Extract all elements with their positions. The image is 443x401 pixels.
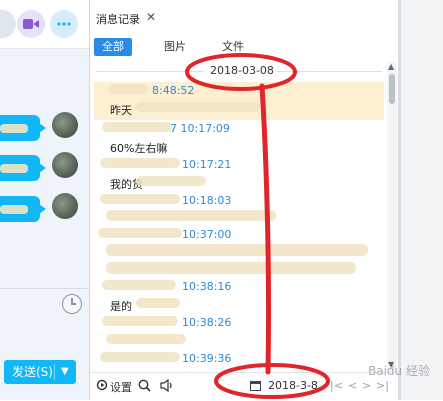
chat-bubble [0, 155, 46, 181]
chat-bubble [0, 115, 46, 141]
first-page-button[interactable]: |< [330, 379, 343, 392]
redaction-smudge [102, 316, 178, 326]
date-separator: 2018-03-08 [90, 62, 387, 80]
filter-tabs: 全部 图片 文件 [90, 36, 399, 58]
date-rule-right [276, 71, 382, 72]
last-page-button[interactable]: >| [376, 379, 389, 392]
redaction-smudge [106, 210, 276, 221]
message-history-panel: 消息记录 ✕ 全部 图片 文件 2018-03-08 8:48:52 昨天 7 … [89, 0, 399, 401]
send-options-arrow-icon[interactable]: ▼ [61, 360, 69, 384]
message-list[interactable]: 8:48:52 昨天 7 10:17:09 60%左右嘛 10:17:21 我的… [90, 82, 387, 370]
video-call-button[interactable] [17, 10, 45, 38]
chat-panel: 发送(S) ▼ [0, 0, 89, 400]
send-button[interactable]: 发送(S) ▼ [4, 360, 76, 384]
message-time: 10:37:00 [182, 228, 232, 241]
speaker-icon[interactable] [160, 379, 174, 392]
window-edge [398, 0, 401, 400]
message-body: 是的 [110, 300, 132, 313]
filter-all[interactable]: 全部 [94, 38, 132, 56]
message-time: 10:17:21 [182, 158, 232, 171]
avatar[interactable] [52, 193, 78, 219]
toolbar-button-partial[interactable] [0, 10, 16, 38]
message-time: 10:38:16 [182, 280, 232, 293]
magnifier-icon[interactable] [138, 379, 151, 392]
send-separator [54, 364, 55, 380]
message-time: 10:39:36 [182, 352, 232, 365]
redaction-smudge [100, 158, 180, 168]
redaction-smudge [98, 228, 182, 238]
history-bottom-bar: 设置 2018-3-8 |< < > >| [90, 372, 399, 401]
next-page-button[interactable]: > [362, 379, 371, 392]
redaction-smudge [106, 334, 186, 344]
message-time: 7 10:17:09 [170, 122, 230, 135]
redaction-smudge [100, 194, 180, 204]
chat-toolbar [0, 0, 89, 49]
scrollbar[interactable]: ▲ ▼ [387, 62, 397, 372]
filter-files[interactable]: 文件 [214, 38, 252, 56]
close-icon[interactable]: ✕ [146, 10, 156, 24]
prev-page-button[interactable]: < [348, 379, 357, 392]
settings-gear-icon[interactable] [96, 379, 108, 391]
message-body: 60%左右嘛 [110, 142, 168, 155]
history-tab-title: 消息记录 [96, 13, 140, 26]
message-time: 8:48:52 [152, 84, 195, 97]
redaction-smudge [136, 176, 206, 186]
calendar-icon[interactable] [250, 381, 261, 391]
message-body: 昨天 [110, 104, 132, 117]
watermark: Baidu 经验 [368, 364, 430, 378]
redaction-smudge [108, 84, 148, 94]
redaction-smudge [102, 280, 176, 290]
message-time: 10:38:26 [182, 316, 232, 329]
date-rule-left [96, 71, 204, 72]
history-clock-icon[interactable] [62, 294, 82, 314]
scroll-thumb[interactable] [389, 74, 395, 104]
background-strip [398, 0, 443, 400]
input-divider [0, 288, 89, 289]
redaction-smudge [136, 102, 260, 112]
chat-bubble [0, 196, 46, 222]
settings-button[interactable]: 设置 [110, 379, 132, 395]
history-tab[interactable]: 消息记录 ✕ [90, 8, 399, 30]
redaction-smudge [106, 262, 356, 274]
message-time: 10:18:03 [182, 194, 232, 207]
redaction-smudge [106, 244, 368, 256]
date-picker-value[interactable]: 2018-3-8 [268, 379, 318, 392]
avatar[interactable] [52, 152, 78, 178]
avatar[interactable] [52, 112, 78, 138]
redaction-smudge [102, 122, 172, 132]
send-button-label: 发送(S) [12, 365, 53, 379]
more-button[interactable] [50, 10, 78, 38]
video-camera-icon [23, 19, 39, 29]
redaction-smudge [136, 298, 180, 308]
redaction-smudge [100, 352, 180, 362]
filter-images[interactable]: 图片 [156, 38, 194, 56]
scroll-up-icon[interactable]: ▲ [388, 62, 394, 71]
more-dots-icon [57, 22, 71, 26]
date-header: 2018-03-08 [210, 64, 274, 77]
